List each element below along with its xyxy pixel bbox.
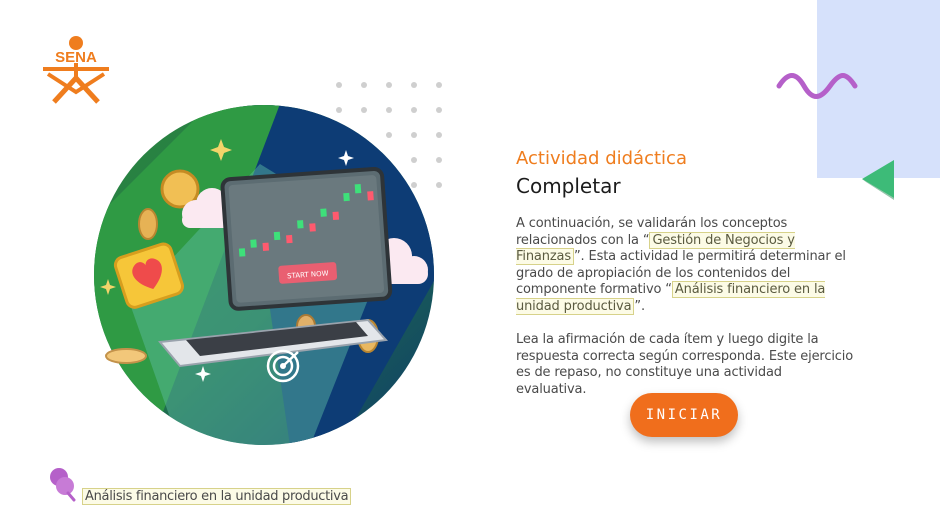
activity-title: Completar (516, 174, 621, 198)
intro-paragraph: A continuación, se validarán los concept… (516, 216, 856, 316)
sena-logo: SENA (43, 36, 109, 104)
squiggle-decoration (776, 73, 858, 99)
activity-eyebrow: Actividad didáctica (516, 148, 687, 169)
triangle-decoration (862, 160, 894, 200)
start-button[interactable]: INICIAR (630, 393, 738, 437)
intro-text-3: ”. (634, 298, 645, 314)
laptop-illustration: START NOW (94, 105, 434, 445)
pin-icon (50, 468, 76, 502)
instructions-paragraph: Lea la afirmación de cada ítem y luego d… (516, 332, 854, 397)
course-label: Análisis financiero en la unidad product… (82, 488, 352, 505)
